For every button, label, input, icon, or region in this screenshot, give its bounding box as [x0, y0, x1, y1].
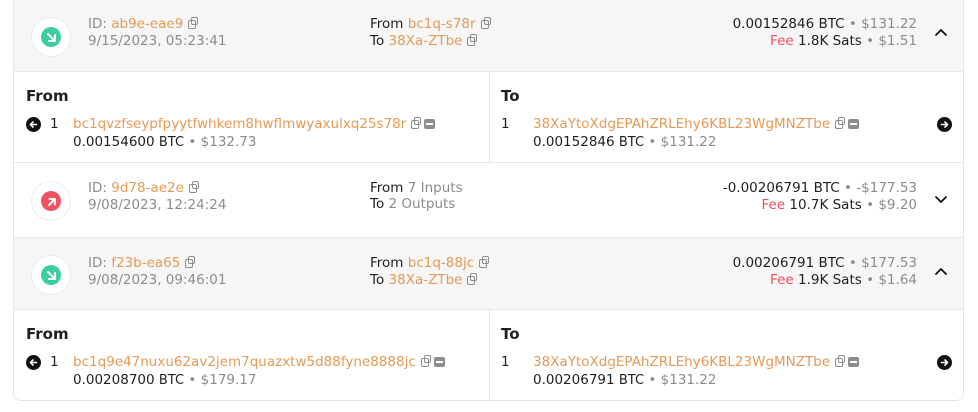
copy-icon[interactable]: [411, 117, 422, 129]
tx-fee: Fee 1.9K Sats • $1.64: [770, 272, 917, 288]
tx-amount: 0.00152846 BTC • $131.22: [732, 16, 917, 32]
direction-badge: [31, 255, 71, 295]
tx-id: ID: ab9e-eae9: [88, 16, 199, 32]
input-amount: 0.00154600 BTC • $132.73: [73, 134, 257, 150]
transaction-row[interactable]: ID: 9d78-ae2e 9/08/2023, 12:24:24 From 7…: [14, 162, 963, 237]
output-address-row: 38XaYtoXdgEPAhZRLEhy6KBL23WgMNZTbe: [533, 354, 860, 370]
chevron-up-icon[interactable]: [933, 25, 949, 41]
wallet-icon[interactable]: [848, 119, 860, 129]
transactions-list: ID: ab9e-eae9 9/15/2023, 05:23:41 From b…: [13, 0, 964, 401]
input-address-link[interactable]: bc1qvzfseypfpyytfwhkem8hwflmwyaxulxq25s7…: [73, 116, 406, 132]
tx-id-link[interactable]: 9d78-ae2e: [111, 180, 184, 196]
tx-date: 9/08/2023, 09:46:01: [88, 272, 227, 288]
tx-date: 9/15/2023, 05:23:41: [88, 33, 227, 49]
tx-id: ID: f23b-ea65: [88, 255, 196, 271]
arrow-left-circle-icon: [26, 117, 41, 132]
wallet-icon[interactable]: [848, 357, 860, 367]
copy-icon[interactable]: [479, 256, 490, 268]
output-amount: 0.00152846 BTC • $131.22: [533, 134, 717, 150]
arrow-left-circle-icon: [26, 355, 41, 370]
inputs-heading: From: [26, 325, 69, 343]
output-index: 1: [501, 354, 510, 370]
copy-icon[interactable]: [835, 355, 846, 367]
arrow-out-icon: [48, 198, 56, 206]
from-address-link[interactable]: bc1q-s78r: [408, 16, 476, 32]
input-index: 1: [50, 116, 59, 132]
copy-icon[interactable]: [420, 355, 431, 367]
copy-icon[interactable]: [188, 181, 199, 193]
tx-from: From 7 Inputs: [370, 180, 463, 196]
tx-amount: 0.00206791 BTC • $177.53: [732, 255, 917, 271]
copy-icon[interactable]: [467, 273, 478, 285]
transaction-row[interactable]: ID: ab9e-eae9 9/15/2023, 05:23:41 From b…: [14, 0, 963, 71]
outputs-heading: To: [501, 87, 520, 105]
output-amount: 0.00206791 BTC • $131.22: [533, 372, 717, 388]
wallet-icon[interactable]: [433, 357, 445, 367]
direction-badge: [31, 17, 71, 57]
arrow-right-circle-icon: [937, 117, 952, 132]
tx-fee: Fee 1.8K Sats • $1.51: [770, 33, 917, 49]
tx-id-link[interactable]: f23b-ea65: [111, 255, 180, 271]
output-index: 1: [501, 116, 510, 132]
tx-to: To 2 Outputs: [370, 196, 456, 212]
tx-to: To 38Xa-ZTbe: [370, 272, 478, 288]
wallet-icon[interactable]: [424, 119, 436, 129]
arrow-in-icon: [47, 33, 56, 42]
inputs-heading: From: [26, 87, 69, 105]
tx-id: ID: 9d78-ae2e: [88, 180, 199, 196]
output-address-link[interactable]: 38XaYtoXdgEPAhZRLEhy6KBL23WgMNZTbe: [533, 116, 830, 132]
tx-from: From bc1q-s78r: [370, 16, 491, 32]
outputs-heading: To: [501, 325, 520, 343]
tx-from: From bc1q-88jc: [370, 255, 490, 271]
to-address-link[interactable]: 38Xa-ZTbe: [389, 33, 463, 49]
copy-icon[interactable]: [480, 17, 491, 29]
copy-icon[interactable]: [835, 117, 846, 129]
tx-to: To 38Xa-ZTbe: [370, 33, 478, 49]
detail-divider: [489, 72, 490, 162]
copy-icon[interactable]: [467, 34, 478, 46]
tx-amount: -0.00206791 BTC • -$177.53: [722, 180, 917, 196]
input-amount: 0.00208700 BTC • $179.17: [73, 372, 257, 388]
arrow-in-icon: [47, 271, 56, 280]
input-address-link[interactable]: bc1q9e47nuxu62av2jem7quazxtw5d88fyne8888…: [73, 354, 416, 370]
input-address-row: bc1qvzfseypfpyytfwhkem8hwflmwyaxulxq25s7…: [73, 116, 436, 132]
output-address-link[interactable]: 38XaYtoXdgEPAhZRLEhy6KBL23WgMNZTbe: [533, 354, 830, 370]
arrow-right-circle-icon: [937, 355, 952, 370]
transaction-detail: From 1 bc1qvzfseypfpyytfwhkem8hwflmwyaxu…: [14, 71, 963, 162]
transaction-row[interactable]: ID: f23b-ea65 9/08/2023, 09:46:01 From b…: [14, 237, 963, 309]
to-address-link[interactable]: 38Xa-ZTbe: [389, 272, 463, 288]
tx-date: 9/08/2023, 12:24:24: [88, 197, 227, 213]
input-index: 1: [50, 354, 59, 370]
tx-fee: Fee 10.7K Sats • $9.20: [761, 197, 917, 213]
direction-badge: [31, 181, 71, 221]
chevron-down-icon[interactable]: [933, 191, 949, 207]
copy-icon[interactable]: [188, 17, 199, 29]
copy-icon[interactable]: [185, 256, 196, 268]
tx-id-link[interactable]: ab9e-eae9: [111, 16, 183, 32]
input-address-row: bc1q9e47nuxu62av2jem7quazxtw5d88fyne8888…: [73, 354, 445, 370]
detail-divider: [489, 310, 490, 400]
from-address-link[interactable]: bc1q-88jc: [408, 255, 474, 271]
output-address-row: 38XaYtoXdgEPAhZRLEhy6KBL23WgMNZTbe: [533, 116, 860, 132]
chevron-up-icon[interactable]: [933, 264, 949, 280]
transaction-detail: From 1 bc1q9e47nuxu62av2jem7quazxtw5d88f…: [14, 309, 963, 400]
